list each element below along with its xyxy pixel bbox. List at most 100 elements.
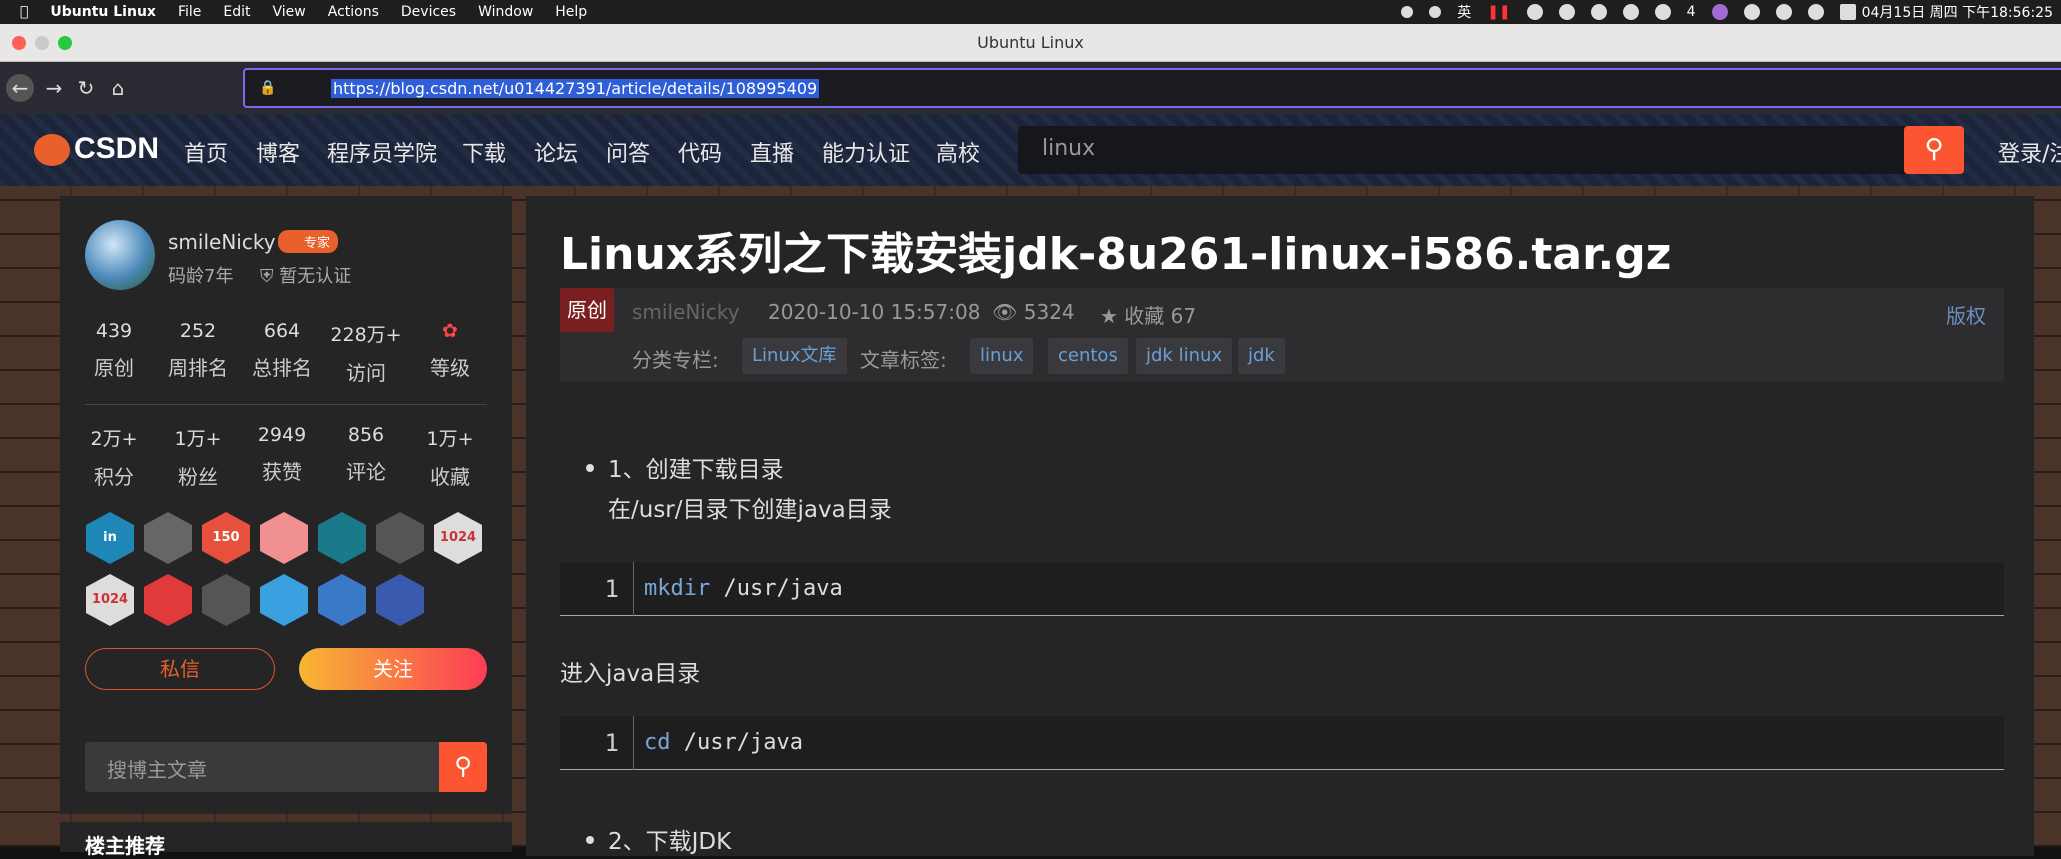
follow-button[interactable]: 关注 — [299, 648, 487, 690]
expert-badge: 专家 — [278, 230, 339, 253]
csdn-logo[interactable]: CSDN — [34, 132, 159, 167]
menubar-app-name[interactable]: Ubuntu Linux — [50, 4, 156, 20]
divider — [85, 404, 487, 405]
meta-date: 2020-10-10 15:57:08 — [768, 300, 981, 324]
rocket-badge-icon[interactable] — [376, 574, 424, 626]
recommend-title: 楼主推荐 — [85, 834, 165, 858]
shield-icon[interactable] — [1743, 4, 1760, 20]
stat-level[interactable]: ✿ 等级 — [408, 320, 492, 381]
stat-fans[interactable]: 1万+ 粉丝 — [156, 424, 240, 490]
back-button[interactable]: ← — [6, 74, 34, 102]
nav-home[interactable]: 首页 — [184, 136, 228, 168]
linkedin-badge-icon[interactable]: in — [86, 512, 134, 564]
nav-forum[interactable]: 论坛 — [534, 136, 578, 168]
monkey-badge-icon[interactable] — [260, 512, 308, 564]
author-name[interactable]: smileNicky — [168, 230, 276, 254]
menu-edit[interactable]: Edit — [223, 4, 250, 20]
avatar[interactable] — [85, 220, 155, 290]
stat-value: 664 — [263, 320, 301, 342]
stat-value: 856 — [347, 424, 385, 446]
menu-file[interactable]: File — [178, 4, 201, 20]
code-arg: /usr/java — [670, 730, 803, 755]
nav-certification[interactable]: 能力认证 — [822, 136, 910, 168]
menu-window[interactable]: Window — [478, 4, 533, 20]
nav-blog[interactable]: 博客 — [256, 136, 300, 168]
star-badge-icon[interactable] — [260, 574, 308, 626]
stat-weekly-rank[interactable]: 252 周排名 — [156, 320, 240, 381]
menu-help[interactable]: Help — [555, 4, 587, 20]
search-button[interactable]: ⚲ — [1904, 126, 1964, 174]
author-profile-card: smileNicky 专家 码龄7年 ⛨ 暂无认证 439 原创 252 周排名 6… — [60, 196, 512, 796]
tags-label: 文章标签: — [860, 348, 947, 372]
meta-views: 👁 5324 — [992, 300, 1075, 324]
1024-two-star-badge-icon[interactable]: 1024 — [86, 574, 134, 626]
cloud-icon[interactable] — [1558, 4, 1575, 20]
wechat-icon[interactable] — [1654, 4, 1671, 20]
docker-icon[interactable] — [1526, 4, 1543, 20]
menu-devices[interactable]: Devices — [401, 4, 456, 20]
astronaut-badge-icon[interactable] — [318, 574, 366, 626]
copyright-link[interactable]: 版权 — [1946, 300, 1986, 329]
search-value: linux — [1042, 136, 1096, 161]
menu-actions[interactable]: Actions — [328, 4, 379, 20]
calendar-icon[interactable] — [1839, 4, 1856, 20]
github-badge-icon[interactable] — [144, 512, 192, 564]
menubar-clock[interactable]: 04月15日 周四 下午18:56:25 — [1862, 2, 2053, 22]
tag-centos[interactable]: centos — [1048, 338, 1128, 374]
list-badge-icon[interactable] — [318, 512, 366, 564]
blogger-search-input[interactable]: 搜博主文章 — [85, 742, 439, 792]
lock-icon[interactable]: 🔒 — [259, 80, 276, 96]
stat-label: 原创 — [94, 356, 134, 380]
1024-badge-icon[interactable]: 1024 — [434, 512, 482, 564]
nav-download[interactable]: 下载 — [462, 136, 506, 168]
nav-code[interactable]: 代码 — [678, 136, 722, 168]
tag-jdk-linux[interactable]: jdk linux — [1136, 338, 1233, 374]
code-block-2[interactable]: 1 cd /usr/java — [560, 716, 2004, 770]
grid-icon[interactable] — [1590, 4, 1607, 20]
url-text[interactable]: https://blog.csdn.net/u014427391/article… — [331, 79, 820, 98]
pause-icon[interactable]: ❚❚ — [1487, 4, 1510, 20]
stat-original[interactable]: 439 原创 — [72, 320, 156, 381]
stat-value: 228万+ — [330, 324, 402, 346]
150-badge-icon[interactable]: 150 — [202, 512, 250, 564]
bell-icon[interactable] — [1807, 4, 1824, 20]
stat-comments[interactable]: 856 评论 — [324, 424, 408, 485]
stat-value: 252 — [179, 320, 217, 342]
login-link[interactable]: 登录/注 — [1998, 136, 2061, 168]
private-message-button[interactable]: 私信 — [85, 648, 275, 690]
pen-badge-icon[interactable] — [144, 574, 192, 626]
monkey-logo-icon — [34, 134, 70, 167]
medal-badge-icon[interactable] — [202, 574, 250, 626]
reload-button[interactable]: ↻ — [72, 74, 100, 102]
column-badge-icon[interactable] — [376, 512, 424, 564]
stat-visits[interactable]: 228万+ 访问 — [324, 320, 408, 386]
microphone-icon[interactable] — [1429, 6, 1442, 18]
tag-linux[interactable]: linux — [970, 338, 1034, 374]
menu-view[interactable]: View — [273, 4, 306, 20]
site-search-input[interactable]: linux — [1018, 126, 1964, 174]
status-icon[interactable] — [1401, 6, 1414, 18]
category-tag[interactable]: Linux文库 — [742, 338, 847, 374]
vpn-icon[interactable] — [1711, 4, 1728, 20]
blogger-search-button[interactable]: ⚲ — [439, 742, 487, 792]
nav-academy[interactable]: 程序员学院 — [327, 136, 437, 168]
code-block-1[interactable]: 1 mkdir /usr/java — [560, 562, 2004, 616]
nav-live[interactable]: 直播 — [750, 136, 794, 168]
apple-icon[interactable]:  — [20, 4, 28, 20]
stat-total-rank[interactable]: 664 总排名 — [240, 320, 324, 381]
views-count: 5324 — [1023, 300, 1075, 324]
stat-likes[interactable]: 2949 获赞 — [240, 424, 324, 485]
stat-favorites[interactable]: 1万+ 收藏 — [408, 424, 492, 490]
nav-college[interactable]: 高校 — [936, 136, 980, 168]
meta-author[interactable]: smileNicky — [632, 300, 740, 324]
input-method[interactable]: 英 — [1457, 2, 1471, 22]
forward-button[interactable]: → — [40, 74, 68, 102]
home-button[interactable]: ⌂ — [104, 74, 132, 102]
shazam-icon[interactable] — [1622, 4, 1639, 20]
nav-qa[interactable]: 问答 — [606, 136, 650, 168]
tag-jdk[interactable]: jdk — [1238, 338, 1285, 374]
notification-icon[interactable] — [1775, 4, 1792, 20]
address-bar[interactable]: 🔒 https://blog.csdn.net/u014427391/artic… — [243, 68, 2061, 108]
stat-points[interactable]: 2万+ 积分 — [72, 424, 156, 490]
meta-favorites[interactable]: ★ 收藏 67 — [1100, 300, 1196, 329]
